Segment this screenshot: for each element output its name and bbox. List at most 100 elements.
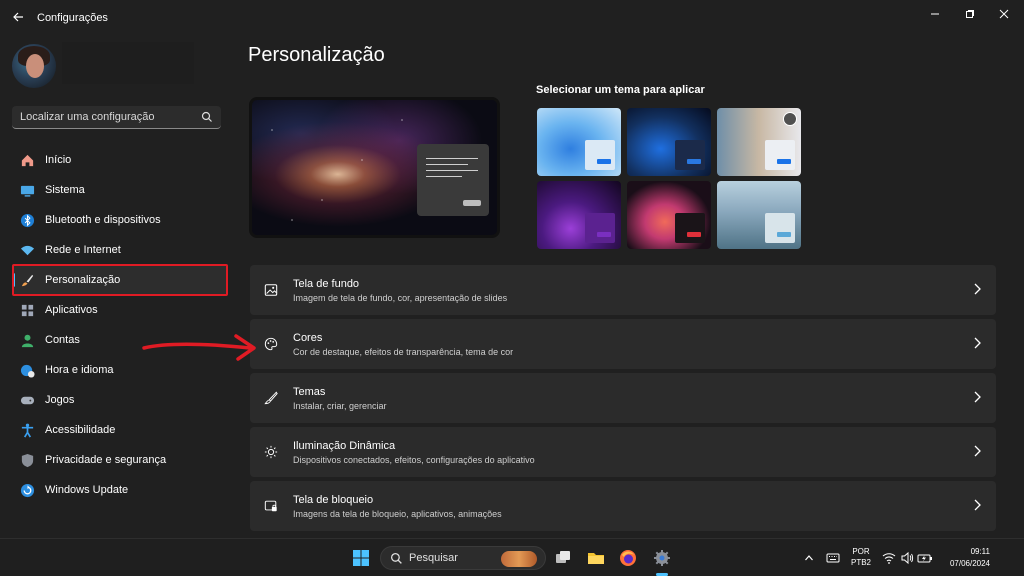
setting-title: Tela de bloqueio: [293, 494, 374, 506]
sidebar-item-label: Bluetooth e dispositivos: [45, 214, 161, 226]
setting-title: Temas: [293, 386, 326, 398]
file-explorer-button[interactable]: [585, 547, 607, 569]
sidebar-item-label: Início: [45, 154, 72, 166]
keyboard-button[interactable]: [822, 547, 844, 569]
sidebar-item-rede[interactable]: Rede e Internet: [12, 235, 228, 265]
sidebar-item-hora[interactable]: Hora e idioma: [12, 355, 228, 385]
input-language-indicator[interactable]: POR PTB2: [848, 546, 874, 568]
task-view-icon: [556, 551, 570, 563]
maximize-button[interactable]: [957, 4, 983, 24]
chevron-right-icon: [974, 283, 981, 295]
sun-icon: [262, 443, 280, 461]
close-icon: [999, 9, 1009, 19]
sidebar-item-sistema[interactable]: Sistema: [12, 175, 228, 205]
sidebar-item-label: Aplicativos: [45, 304, 98, 316]
search-placeholder: Localizar uma configuração: [20, 111, 155, 123]
sidebar-item-inicio[interactable]: Início: [12, 145, 228, 175]
sidebar-item-personalizacao[interactable]: Personalização: [12, 265, 228, 295]
minimize-button[interactable]: [922, 4, 948, 24]
camera-badge-icon: [783, 112, 797, 126]
battery-button[interactable]: [914, 547, 936, 569]
title-bar: Configurações: [0, 0, 1024, 36]
sidebar-item-label: Personalização: [45, 274, 121, 286]
sidebar-item-label: Rede e Internet: [45, 244, 121, 256]
setting-iluminacao-dinamica[interactable]: Iluminação Dinâmica Dispositivos conecta…: [250, 427, 996, 477]
theme-thumbnail[interactable]: [717, 108, 801, 176]
sidebar-item-label: Acessibilidade: [45, 424, 116, 436]
sidebar-item-label: Windows Update: [45, 484, 129, 496]
taskbar-search[interactable]: Pesquisar: [380, 546, 546, 570]
page-title: Personalização: [248, 44, 385, 66]
palette-icon: [262, 335, 280, 353]
start-button[interactable]: [350, 547, 372, 569]
firefox-icon: [620, 550, 636, 566]
monitor-icon: [19, 182, 35, 198]
preview-window: [417, 144, 489, 216]
keyboard-icon: [826, 553, 840, 563]
language-code: POR: [852, 547, 870, 556]
theme-thumbnail[interactable]: [537, 181, 621, 249]
folder-icon: [588, 553, 604, 564]
setting-tela-de-bloqueio[interactable]: Tela de bloqueio Imagens da tela de bloq…: [250, 481, 996, 531]
back-button[interactable]: [8, 8, 28, 28]
setting-cores[interactable]: Cores Cor de destaque, efeitos de transp…: [250, 319, 996, 369]
wifi-icon: [19, 242, 35, 258]
sidebar-item-contas[interactable]: Contas: [12, 325, 228, 355]
tray-overflow-button[interactable]: [798, 547, 820, 569]
chevron-right-icon: [974, 391, 981, 403]
user-name-redacted: [62, 42, 194, 84]
close-button[interactable]: [991, 4, 1017, 24]
setting-description: Cor de destaque, efeitos de transparênci…: [293, 347, 514, 357]
avatar[interactable]: [12, 44, 56, 88]
setting-temas[interactable]: Temas Instalar, criar, gerenciar: [250, 373, 996, 423]
setting-description: Imagem de tela de fundo, cor, apresentaç…: [293, 293, 508, 303]
settings-list: Tela de fundo Imagem de tela de fundo, c…: [250, 265, 996, 535]
setting-description: Imagens da tela de bloqueio, aplicativos…: [293, 509, 502, 519]
clock[interactable]: 09:11 07/06/2024: [938, 546, 990, 570]
clock-time: 09:11: [970, 547, 990, 556]
sidebar-item-label: Jogos: [45, 394, 75, 406]
settings-app-button[interactable]: [651, 547, 673, 569]
taskbar: Pesquisar POR PTB2 09:11 07/06/2024: [0, 538, 1024, 576]
setting-description: Dispositivos conectados, efeitos, config…: [293, 455, 535, 465]
taskbar-search-label: Pesquisar: [409, 552, 458, 564]
sidebar-item-label: Privacidade e segurança: [45, 454, 167, 466]
restore-icon: [966, 10, 974, 18]
sidebar-item-acessibilidade[interactable]: Acessibilidade: [12, 415, 228, 445]
image-icon: [262, 281, 280, 299]
accessibility-icon: [19, 422, 35, 438]
firefox-button[interactable]: [617, 547, 639, 569]
theme-thumbnail[interactable]: [627, 181, 711, 249]
setting-title: Cores: [293, 332, 323, 344]
search-input[interactable]: Localizar uma configuração: [12, 106, 221, 129]
gear-icon: [654, 550, 670, 566]
themes-label: Selecionar um tema para aplicar: [536, 84, 705, 96]
minimize-icon: [931, 13, 939, 15]
theme-thumbnail[interactable]: [717, 181, 801, 249]
chevron-right-icon: [974, 499, 981, 511]
battery-charging-icon: [917, 554, 932, 563]
clock-date: 07/06/2024: [949, 559, 990, 568]
sidebar-item-windows-update[interactable]: Windows Update: [12, 475, 228, 505]
sidebar-item-privacidade[interactable]: Privacidade e segurança: [12, 445, 228, 475]
theme-thumbnail[interactable]: [627, 108, 711, 176]
chevron-right-icon: [974, 445, 981, 457]
chevron-right-icon: [974, 337, 981, 349]
setting-title: Iluminação Dinâmica: [293, 440, 396, 452]
search-icon: [390, 552, 402, 564]
sidebar-item-label: Sistema: [45, 184, 85, 196]
wallpaper-preview: [249, 97, 500, 238]
paintbrush-icon: [19, 272, 35, 288]
sidebar-item-aplicativos[interactable]: Aplicativos: [12, 295, 228, 325]
globe-clock-icon: [19, 362, 35, 378]
theme-thumbnail[interactable]: [537, 108, 621, 176]
sidebar-item-bluetooth[interactable]: Bluetooth e dispositivos: [12, 205, 228, 235]
settings-window: Configurações Localizar uma configuração…: [0, 0, 1024, 538]
speaker-icon: [901, 551, 914, 565]
task-view-button[interactable]: [552, 547, 574, 569]
sidebar-nav: Início Sistema Bluetooth e dispositivos …: [12, 145, 228, 505]
arrow-left-icon: [13, 12, 23, 22]
setting-tela-de-fundo[interactable]: Tela de fundo Imagem de tela de fundo, c…: [250, 265, 996, 315]
sidebar-item-jogos[interactable]: Jogos: [12, 385, 228, 415]
search-highlight-image: [501, 551, 537, 567]
